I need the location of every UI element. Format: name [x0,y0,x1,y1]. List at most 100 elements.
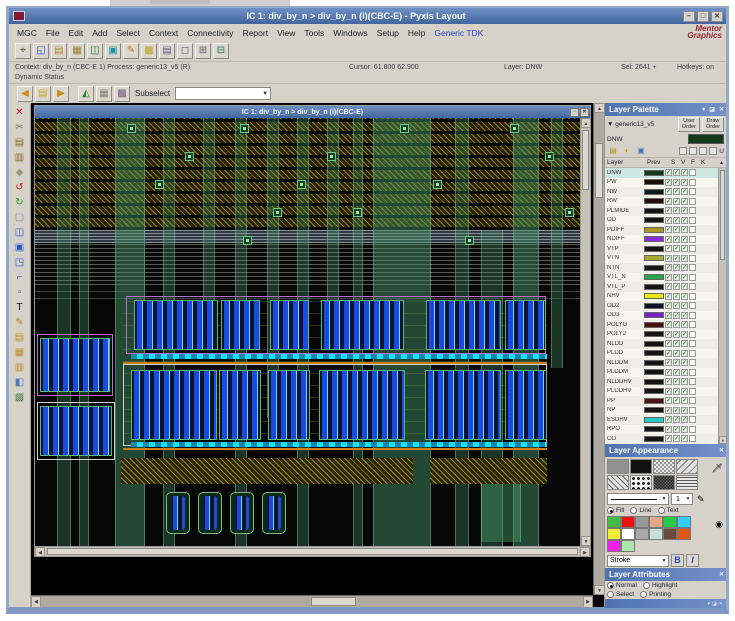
dialog-icon[interactable]: ◻ [177,43,193,59]
layer-checkbox-s[interactable]: ✓ [665,359,672,366]
menu-edit[interactable]: Edit [65,26,88,40]
active-layer-swatch[interactable] [688,134,724,144]
zoom-fit-icon[interactable]: ◱ [33,43,49,59]
layer-color-swatch[interactable] [644,198,664,204]
stroke-select[interactable]: Stroke▼ [607,555,669,567]
layer-checkbox-f[interactable]: ✓ [681,293,688,300]
color-swatch[interactable] [607,540,621,552]
scroll-down-icon[interactable]: ▼ [581,536,591,546]
dock-bottom-bar[interactable]: ▾ ◪ ✕ [605,599,726,608]
layer-checkbox-v[interactable]: ✓ [673,312,680,319]
layer-checkbox-k[interactable] [689,321,696,328]
layer-color-swatch[interactable] [644,407,664,413]
line-radio[interactable]: Line [630,507,651,514]
color-swatch[interactable] [649,516,663,528]
minimize-button[interactable]: – [683,11,695,22]
layer-checkbox-f[interactable]: ✓ [681,274,688,281]
layer-row[interactable]: PDIFF✓✓✓ [605,225,718,235]
layer-row[interactable]: NTN✓✓✓ [605,263,718,273]
library-icon[interactable]: ▦ [11,346,28,360]
menu-add[interactable]: Add [88,26,111,40]
place-instance-icon[interactable]: ◫ [87,43,103,59]
color-swatch[interactable] [607,516,621,528]
layer-row[interactable]: NLDDM✓✓✓ [605,358,718,368]
layer-checkbox-f[interactable]: ✓ [681,388,688,395]
layer-color-swatch[interactable] [644,331,664,337]
layer-color-swatch[interactable] [644,398,664,404]
all-f-checkbox[interactable] [699,147,707,155]
layer-checkbox-k[interactable] [689,369,696,376]
layer-row[interactable]: NLDD✓✓✓ [605,339,718,349]
layer-color-swatch[interactable] [644,350,664,356]
report-icon[interactable]: ▤ [159,43,175,59]
layer-checkbox-s[interactable]: ✓ [665,407,672,414]
child-restore-button[interactable]: ▫ [570,108,579,117]
pattern-swatch[interactable] [607,459,629,474]
move-icon[interactable]: ◫ [11,226,28,240]
menu-mgc[interactable]: MGC [13,26,41,40]
workspace-horizontal-scrollbar[interactable]: ◀ ▶ [31,595,593,607]
edit-context-icon[interactable]: ▤ [35,86,51,102]
workspace-vertical-scrollbar[interactable]: ▲ ▼ [593,103,604,595]
layer-checkbox-v[interactable]: ✓ [673,293,680,300]
layer-checkbox-v[interactable]: ✓ [673,217,680,224]
layer-checkbox-s[interactable]: ✓ [665,169,672,176]
layer-checkbox-v[interactable]: ✓ [673,416,680,423]
delete-icon[interactable]: ✕ [11,106,28,120]
visibility-icon[interactable]: ◐ [621,146,633,156]
menu-context[interactable]: Context [145,26,182,40]
color-swatch[interactable] [607,528,621,540]
panel-close-icon[interactable]: ✕ [717,571,726,578]
panel-close-icon[interactable]: ✕ [717,106,726,113]
layer-checkbox-v[interactable]: ✓ [673,350,680,357]
layer-checkbox-k[interactable] [689,350,696,357]
all-s-checkbox[interactable] [679,147,687,155]
layer-color-swatch[interactable] [644,189,664,195]
layer-checkbox-v[interactable]: ✓ [673,359,680,366]
layer-color-swatch[interactable] [644,388,664,394]
back-icon[interactable]: ◀ [17,86,33,102]
layer-color-swatch[interactable] [644,341,664,347]
snap-grid-icon[interactable]: ▩ [114,86,130,102]
layer-checkbox-f[interactable]: ✓ [681,302,688,309]
layer-attributes-titlebar[interactable]: Layer Attributes ✕ [605,568,726,581]
layer-checkbox-v[interactable]: ✓ [673,407,680,414]
text-tool-icon[interactable]: T [11,301,28,315]
layer-color-swatch[interactable] [644,217,664,223]
forward-icon[interactable]: ▶ [53,86,69,102]
layer-checkbox-v[interactable]: ✓ [673,207,680,214]
layer-checkbox-v[interactable]: ✓ [673,302,680,309]
canvas-vertical-scrollbar[interactable]: ▲ ▼ [580,118,590,546]
layer-color-swatch[interactable] [644,284,664,290]
layer-checkbox-s[interactable]: ✓ [665,378,672,385]
layer-checkbox-s[interactable]: ✓ [665,426,672,433]
probe-icon[interactable]: ◆ [11,166,28,180]
layer-checkbox-v[interactable]: ✓ [673,226,680,233]
layout-canvas[interactable] [35,118,580,546]
fill-radio[interactable]: Fill [607,507,624,514]
open-folder-icon[interactable]: ▤ [11,331,28,345]
layer-checkbox-v[interactable]: ✓ [673,397,680,404]
layer-checkbox-f[interactable]: ✓ [681,198,688,205]
layer-checkbox-k[interactable] [689,340,696,347]
layer-row[interactable]: NP✓✓✓ [605,406,718,416]
window-titlebar[interactable]: IC 1: div_by_n > div_by_n (i)(CBC-E) - P… [9,8,726,24]
menu-connectivity[interactable]: Connectivity [183,26,237,40]
layer-checkbox-k[interactable] [689,293,696,300]
layer-checkbox-k[interactable] [689,283,696,290]
color-swatch[interactable] [663,516,677,528]
layer-checkbox-v[interactable]: ✓ [673,236,680,243]
menu-report[interactable]: Report [239,26,273,40]
layer-appearance-titlebar[interactable]: Layer Appearance ✕ [605,444,726,457]
layer-checkbox-v[interactable]: ✓ [673,378,680,385]
layer-checkbox-v[interactable]: ✓ [673,169,680,176]
draw-order-button[interactable]: DrawOrder [702,117,724,132]
layer-checkbox-k[interactable] [689,255,696,262]
layer-checkbox-k[interactable] [689,245,696,252]
layer-color-swatch[interactable] [644,246,664,252]
layer-checkbox-k[interactable] [689,169,696,176]
layer-checkbox-k[interactable] [689,236,696,243]
layer-checkbox-f[interactable]: ✓ [681,350,688,357]
layer-checkbox-s[interactable]: ✓ [665,397,672,404]
layer-checkbox-k[interactable] [689,274,696,281]
